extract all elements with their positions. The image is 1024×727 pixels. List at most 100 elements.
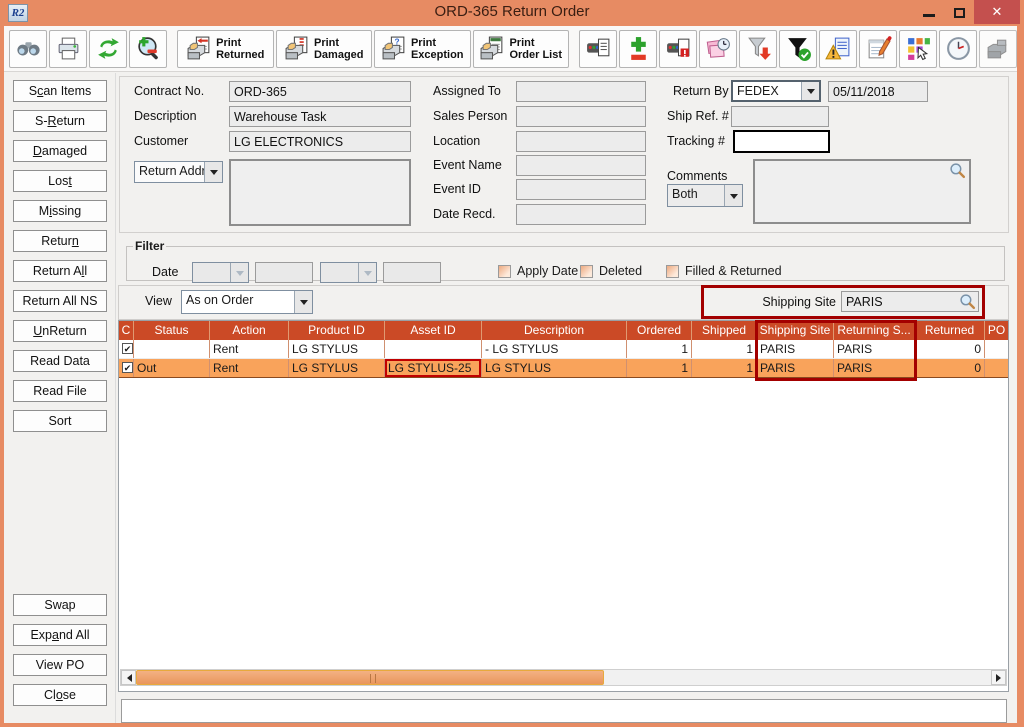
cell-shipping-site[interactable]: PARIS [757, 359, 834, 377]
column-header-description[interactable]: Description [482, 321, 627, 340]
column-header-shipped[interactable]: Shipped [692, 321, 757, 340]
print-returned-button[interactable]: PrintReturned [177, 30, 274, 68]
column-header-returned[interactable]: Returned [915, 321, 985, 340]
horizontal-scrollbar[interactable] [120, 669, 1007, 686]
return-addr-dropdown-button[interactable] [204, 162, 222, 182]
comments-box[interactable] [753, 159, 971, 224]
cell-shipped[interactable]: 1 [692, 359, 757, 377]
toolbar-equipment-alert-button[interactable] [659, 30, 697, 68]
cell-product-id[interactable]: LG STYLUS [289, 359, 385, 377]
toolbar-equipment-list-button[interactable] [579, 30, 617, 68]
cell-returning-site[interactable]: PARIS [834, 359, 915, 377]
toolbar-add-remove-button[interactable] [619, 30, 657, 68]
description-field[interactable] [229, 106, 411, 127]
toolbar-clock-button[interactable] [939, 30, 977, 68]
toolbar-funnel-export-button[interactable] [739, 30, 777, 68]
cell-ordered[interactable]: 1 [627, 359, 692, 377]
return-by-dropdown-button[interactable] [801, 82, 819, 100]
table-row[interactable]: ✔ Rent LG STYLUS - LG STYLUS 1 1 PARIS P… [119, 340, 1008, 359]
toolbar-zoom-button[interactable] [129, 30, 167, 68]
sidebar-button-read-data[interactable]: Read Data [13, 350, 107, 372]
cell-product-id[interactable]: LG STYLUS [289, 340, 385, 358]
scroll-right-button[interactable] [991, 670, 1006, 685]
table-row[interactable]: ✔ Out Rent LG STYLUS LG STYLUS-25 LG STY… [119, 359, 1008, 378]
column-header-c[interactable]: C [119, 321, 134, 340]
cell-description[interactable]: LG STYLUS [482, 359, 627, 377]
row-checkbox[interactable]: ✔ [122, 343, 133, 354]
toolbar-search-button[interactable] [9, 30, 47, 68]
sidebar-button-scan-items[interactable]: Scan Items [13, 80, 107, 102]
cell-shipping-site[interactable]: PARIS [757, 340, 834, 358]
print-damaged-button[interactable]: PrintDamaged [276, 30, 373, 68]
sidebar-button-swap[interactable]: Swap [13, 594, 107, 616]
return-addr-dropdown[interactable]: Return Addr... [134, 161, 223, 183]
row-checkbox-cell[interactable]: ✔ [119, 340, 134, 358]
toolbar-notes-clock-button[interactable] [699, 30, 737, 68]
maximize-button[interactable] [944, 0, 974, 24]
column-header-ordered[interactable]: Ordered [627, 321, 692, 340]
comments-search-icon[interactable] [949, 162, 966, 179]
sidebar-button-missing[interactable]: Missing [13, 200, 107, 222]
cell-action[interactable]: Rent [210, 359, 289, 377]
sidebar-button-return-all[interactable]: Return All [13, 260, 107, 282]
view-dropdown[interactable]: As on Order [181, 290, 313, 314]
sidebar-button-read-file[interactable]: Read File [13, 380, 107, 402]
comments-mode-dropdown-button[interactable] [724, 185, 742, 206]
return-address-box[interactable] [229, 159, 411, 226]
cell-asset-id[interactable]: LG STYLUS-25 [385, 359, 482, 377]
cell-po[interactable] [985, 340, 1008, 358]
sidebar-button-unreturn[interactable]: UnReturn [13, 320, 107, 342]
row-checkbox[interactable]: ✔ [122, 362, 133, 373]
cell-ordered[interactable]: 1 [627, 340, 692, 358]
cell-shipped[interactable]: 1 [692, 340, 757, 358]
print-order-list-button[interactable]: PrintOrder List [473, 30, 570, 68]
ship-ref-field[interactable] [731, 106, 829, 127]
sales-person-field[interactable] [516, 106, 646, 127]
close-button[interactable]: ✕ [974, 0, 1020, 24]
scroll-thumb[interactable] [136, 670, 604, 685]
sidebar-button-s-return[interactable]: S-Return [13, 110, 107, 132]
cell-description[interactable]: - LG STYLUS [482, 340, 627, 358]
toolbar-filter-button[interactable] [779, 30, 817, 68]
status-textbox[interactable] [121, 699, 1007, 723]
sidebar-button-sort[interactable]: Sort [13, 410, 107, 432]
column-header-shipping-site[interactable]: Shipping Site [757, 321, 834, 340]
sidebar-button-return[interactable]: Return [13, 230, 107, 252]
cell-status[interactable] [134, 340, 210, 358]
shipping-site-search-icon[interactable] [959, 293, 976, 310]
sidebar-button-close[interactable]: Close [13, 684, 107, 706]
sidebar-button-expand-all[interactable]: Expand All [13, 624, 107, 646]
column-header-asset-id[interactable]: Asset ID [385, 321, 482, 340]
date-recd-field[interactable] [516, 204, 646, 225]
scroll-track[interactable] [136, 670, 991, 685]
sidebar-button-view-po[interactable]: View PO [13, 654, 107, 676]
return-by-dropdown[interactable]: FEDEX [731, 80, 821, 102]
toolbar-notepad-edit-button[interactable] [859, 30, 897, 68]
sidebar-button-damaged[interactable]: Damaged [13, 140, 107, 162]
view-dropdown-button[interactable] [294, 291, 312, 313]
tracking-field[interactable] [733, 130, 830, 153]
column-header-returning-s-[interactable]: Returning S... [834, 321, 915, 340]
cell-po[interactable] [985, 359, 1008, 377]
column-header-status[interactable]: Status [134, 321, 210, 340]
customer-field[interactable] [229, 131, 411, 152]
toolbar-warning-report-button[interactable] [819, 30, 857, 68]
toolbar-color-grid-button[interactable] [899, 30, 937, 68]
cell-returned[interactable]: 0 [915, 340, 985, 358]
minimize-button[interactable] [914, 0, 944, 24]
row-checkbox-cell[interactable]: ✔ [119, 359, 134, 377]
cell-asset-id[interactable] [385, 340, 482, 358]
event-id-field[interactable] [516, 179, 646, 200]
assigned-to-field[interactable] [516, 81, 646, 102]
cell-returning-site[interactable]: PARIS [834, 340, 915, 358]
column-header-action[interactable]: Action [210, 321, 289, 340]
toolbar-refresh-button[interactable] [89, 30, 127, 68]
cell-returned[interactable]: 0 [915, 359, 985, 377]
print-exception-button[interactable]: ? PrintException [374, 30, 471, 68]
column-header-po[interactable]: PO [985, 321, 1008, 340]
contract-no-field[interactable] [229, 81, 411, 102]
column-header-product-id[interactable]: Product ID [289, 321, 385, 340]
comments-mode-dropdown[interactable]: Both [667, 184, 743, 207]
sidebar-button-lost[interactable]: Lost [13, 170, 107, 192]
scroll-left-button[interactable] [121, 670, 136, 685]
